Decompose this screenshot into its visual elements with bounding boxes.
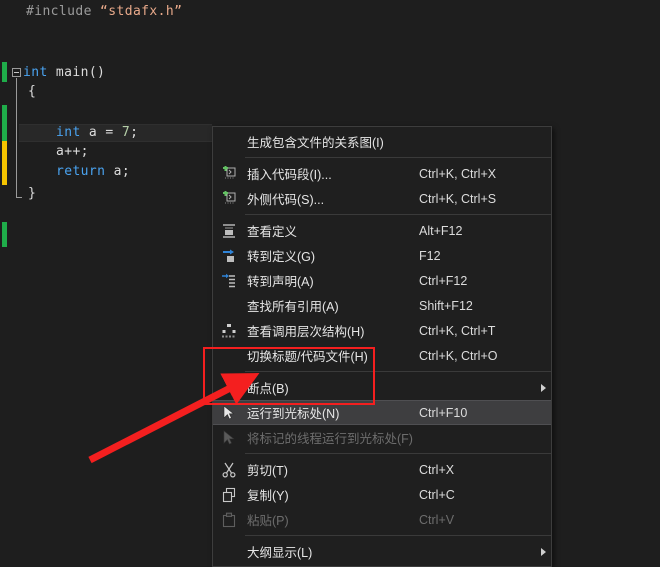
menu-item-shortcut: Ctrl+C <box>419 487 455 502</box>
code-token-keyword: int <box>56 125 81 140</box>
menu-item-submenu-slot <box>535 547 551 556</box>
menu-item-icon-placeholder <box>213 343 245 368</box>
menu-item-shortcut: Shift+F12 <box>419 298 473 313</box>
menu-item-label: 粘贴(P) <box>247 514 289 528</box>
chevron-right-icon <box>540 547 546 556</box>
outline-guide-end <box>16 197 22 198</box>
menu-item-shortcut: F12 <box>419 248 441 263</box>
code-token-punct: ; <box>130 125 139 140</box>
run-flagged-threads-to-cursor-icon <box>213 425 245 450</box>
copy-icon <box>213 482 245 507</box>
menu-item-run-flagged-threads-to-cursor: 将标记的线程运行到光标处(F) <box>213 425 551 450</box>
call-hierarchy-icon <box>213 318 245 343</box>
menu-item-peek-definition[interactable]: 查看定义 Alt+F12 <box>213 218 551 243</box>
run-to-cursor-icon <box>213 400 245 425</box>
menu-item-cut[interactable]: 剪切(T) Ctrl+X <box>213 457 551 482</box>
menu-item-label: 生成包含文件的关系图(I) <box>247 136 384 150</box>
menu-item-icon-placeholder <box>213 375 245 400</box>
code-token-expression: a++; <box>56 144 89 159</box>
code-token-number: 7 <box>121 125 131 140</box>
outline-guide-line <box>16 78 17 197</box>
menu-item-shortcut: Ctrl+F10 <box>419 405 468 420</box>
menu-item-shortcut: Alt+F12 <box>419 223 463 238</box>
code-token-identifier: a; <box>105 164 131 179</box>
insert-snippet-icon <box>213 161 245 186</box>
code-token-identifier: a = <box>80 125 122 140</box>
menu-item-surround-with[interactable]: 外侧代码(S)... Ctrl+K, Ctrl+S <box>213 186 551 211</box>
menu-item-paste: 粘贴(P) Ctrl+V <box>213 507 551 532</box>
change-bar-added <box>2 105 7 141</box>
menu-item-label: 查看调用层次结构(H) <box>247 325 365 339</box>
menu-item-generate-include-graph[interactable]: 生成包含文件的关系图(I) <box>213 129 551 154</box>
menu-item-go-to-declaration[interactable]: 转到声明(A) Ctrl+F12 <box>213 268 551 293</box>
code-token-identifier: main() <box>47 65 106 80</box>
menu-item-find-all-references[interactable]: 查找所有引用(A) Shift+F12 <box>213 293 551 318</box>
menu-item-label: 将标记的线程运行到光标处(F) <box>247 432 413 446</box>
code-token-string: “stdafx.h” <box>100 4 183 19</box>
menu-item-submenu-slot <box>535 383 551 392</box>
chevron-right-icon <box>540 383 546 392</box>
peek-definition-icon <box>213 218 245 243</box>
menu-item-go-to-definition[interactable]: 转到定义(G) F12 <box>213 243 551 268</box>
menu-item-label: 复制(Y) <box>247 489 289 503</box>
code-line-open-brace: { <box>28 83 36 100</box>
menu-item-shortcut: Ctrl+K, Ctrl+O <box>419 348 498 363</box>
menu-item-shortcut: Ctrl+K, Ctrl+X <box>419 166 497 181</box>
code-token-keyword: int <box>23 65 48 80</box>
code-line-increment: a++; <box>56 143 89 160</box>
menu-item-icon-placeholder <box>213 129 245 154</box>
menu-item-label: 转到定义(G) <box>247 250 316 264</box>
code-line-main-signature: int main() <box>23 64 105 81</box>
code-token-keyword: return <box>56 164 106 179</box>
menu-item-copy[interactable]: 复制(Y) Ctrl+C <box>213 482 551 507</box>
surround-with-icon <box>213 186 245 211</box>
menu-item-run-to-cursor[interactable]: 运行到光标处(N) Ctrl+F10 <box>213 400 551 425</box>
menu-separator <box>245 535 551 536</box>
paste-icon <box>213 507 245 532</box>
menu-separator <box>245 371 551 372</box>
menu-item-label: 运行到光标处(N) <box>247 407 340 421</box>
menu-item-label: 查找所有引用(A) <box>247 300 339 314</box>
menu-item-label: 转到声明(A) <box>247 275 314 289</box>
menu-item-toggle-header-code-file[interactable]: 切换标题/代码文件(H) Ctrl+K, Ctrl+O <box>213 343 551 368</box>
menu-separator <box>245 157 551 158</box>
menu-separator <box>245 214 551 215</box>
menu-item-shortcut: Ctrl+K, Ctrl+S <box>419 191 497 206</box>
menu-item-shortcut: Ctrl+V <box>419 512 455 527</box>
editor-context-menu[interactable]: 生成包含文件的关系图(I) 插入代码段(I)... Ctrl+K, Ctrl+X <box>212 126 552 567</box>
menu-item-insert-snippet[interactable]: 插入代码段(I)... Ctrl+K, Ctrl+X <box>213 161 551 186</box>
go-to-declaration-icon <box>213 268 245 293</box>
menu-item-label: 插入代码段(I)... <box>247 168 332 182</box>
menu-item-outlining[interactable]: 大纲显示(L) <box>213 539 551 564</box>
collapse-outline-toggle[interactable] <box>12 68 21 77</box>
menu-item-label: 大纲显示(L) <box>247 546 313 560</box>
code-line-declaration: int a = 7; <box>56 124 138 141</box>
cut-icon <box>213 457 245 482</box>
menu-item-label: 切换标题/代码文件(H) <box>247 350 368 364</box>
change-bar-changed <box>2 141 7 185</box>
menu-item-shortcut: Ctrl+X <box>419 462 455 477</box>
code-token-punct: { <box>28 84 37 99</box>
menu-item-view-call-hierarchy[interactable]: 查看调用层次结构(H) Ctrl+K, Ctrl+T <box>213 318 551 343</box>
menu-item-shortcut: Ctrl+K, Ctrl+T <box>419 323 496 338</box>
menu-item-label: 断点(B) <box>247 382 289 396</box>
go-to-definition-icon <box>213 243 245 268</box>
menu-item-label: 剪切(T) <box>247 464 288 478</box>
code-line-close-brace: } <box>28 185 36 202</box>
menu-separator <box>245 453 551 454</box>
code-line-include: #include “stdafx.h” <box>26 3 182 20</box>
code-token-preprocessor: #include <box>26 4 101 19</box>
change-bar-added <box>2 222 7 247</box>
change-bar-added <box>2 62 7 82</box>
menu-item-label: 查看定义 <box>247 225 298 239</box>
code-token-punct: } <box>28 186 37 201</box>
menu-item-shortcut: Ctrl+F12 <box>419 273 468 288</box>
menu-item-label: 外侧代码(S)... <box>247 193 325 207</box>
menu-item-icon-placeholder <box>213 539 245 564</box>
code-line-return: return a; <box>56 163 130 180</box>
menu-item-icon-placeholder <box>213 293 245 318</box>
menu-item-breakpoint[interactable]: 断点(B) <box>213 375 551 400</box>
